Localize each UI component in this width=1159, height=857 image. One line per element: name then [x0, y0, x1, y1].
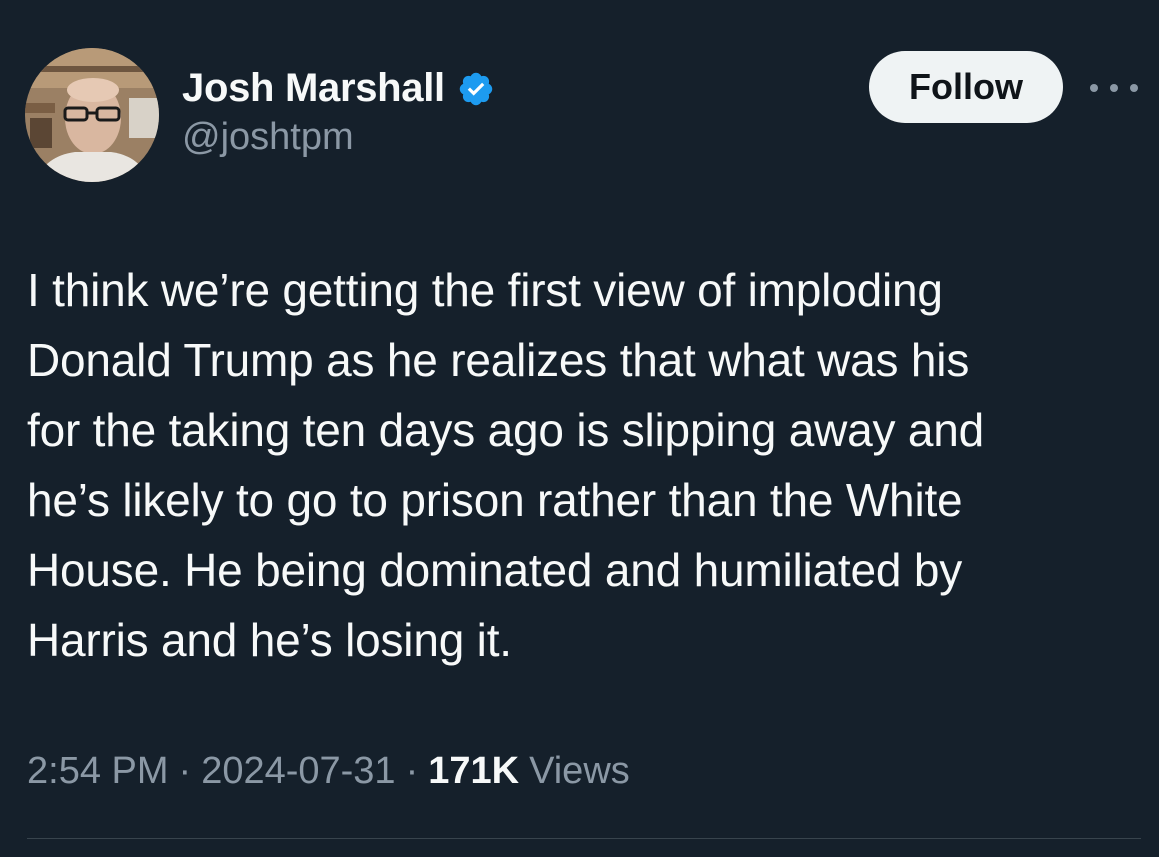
- tweet-text-line: I think we’re getting the first view of …: [27, 264, 943, 316]
- tweet-time[interactable]: 2:54 PM: [27, 750, 169, 793]
- tweet-text: I think we’re getting the first view of …: [27, 255, 1137, 675]
- tweet-text-line: he’s likely to go to prison rather than …: [27, 474, 963, 526]
- verified-badge-icon[interactable]: [457, 70, 495, 108]
- avatar[interactable]: [25, 48, 159, 182]
- profile-photo-icon: [25, 48, 159, 182]
- tweet-meta: 2:54 PM · 2024-07-31 · 171K Views: [27, 750, 630, 793]
- tweet-card: Josh Marshall @joshtpm Follow I think we…: [0, 0, 1159, 857]
- divider: [27, 838, 1141, 839]
- views-count: 171K: [428, 750, 520, 792]
- author-display-name[interactable]: Josh Marshall: [182, 66, 445, 111]
- meta-separator: ·: [178, 750, 192, 792]
- tweet-text-line: Harris and he’s losing it.: [27, 614, 512, 666]
- more-horizontal-icon[interactable]: [1090, 76, 1138, 100]
- author-handle[interactable]: @joshtpm: [182, 116, 354, 159]
- tweet-text-line: Donald Trump as he realizes that what wa…: [27, 334, 970, 386]
- views-label: Views: [529, 750, 630, 792]
- tweet-text-line: House. He being dominated and humiliated…: [27, 544, 963, 596]
- tweet-text-line: for the taking ten days ago is slipping …: [27, 404, 985, 456]
- meta-separator: ·: [405, 750, 419, 792]
- author-name-row: Josh Marshall: [182, 62, 495, 114]
- tweet-date[interactable]: 2024-07-31: [201, 750, 395, 793]
- follow-button[interactable]: Follow: [869, 51, 1063, 123]
